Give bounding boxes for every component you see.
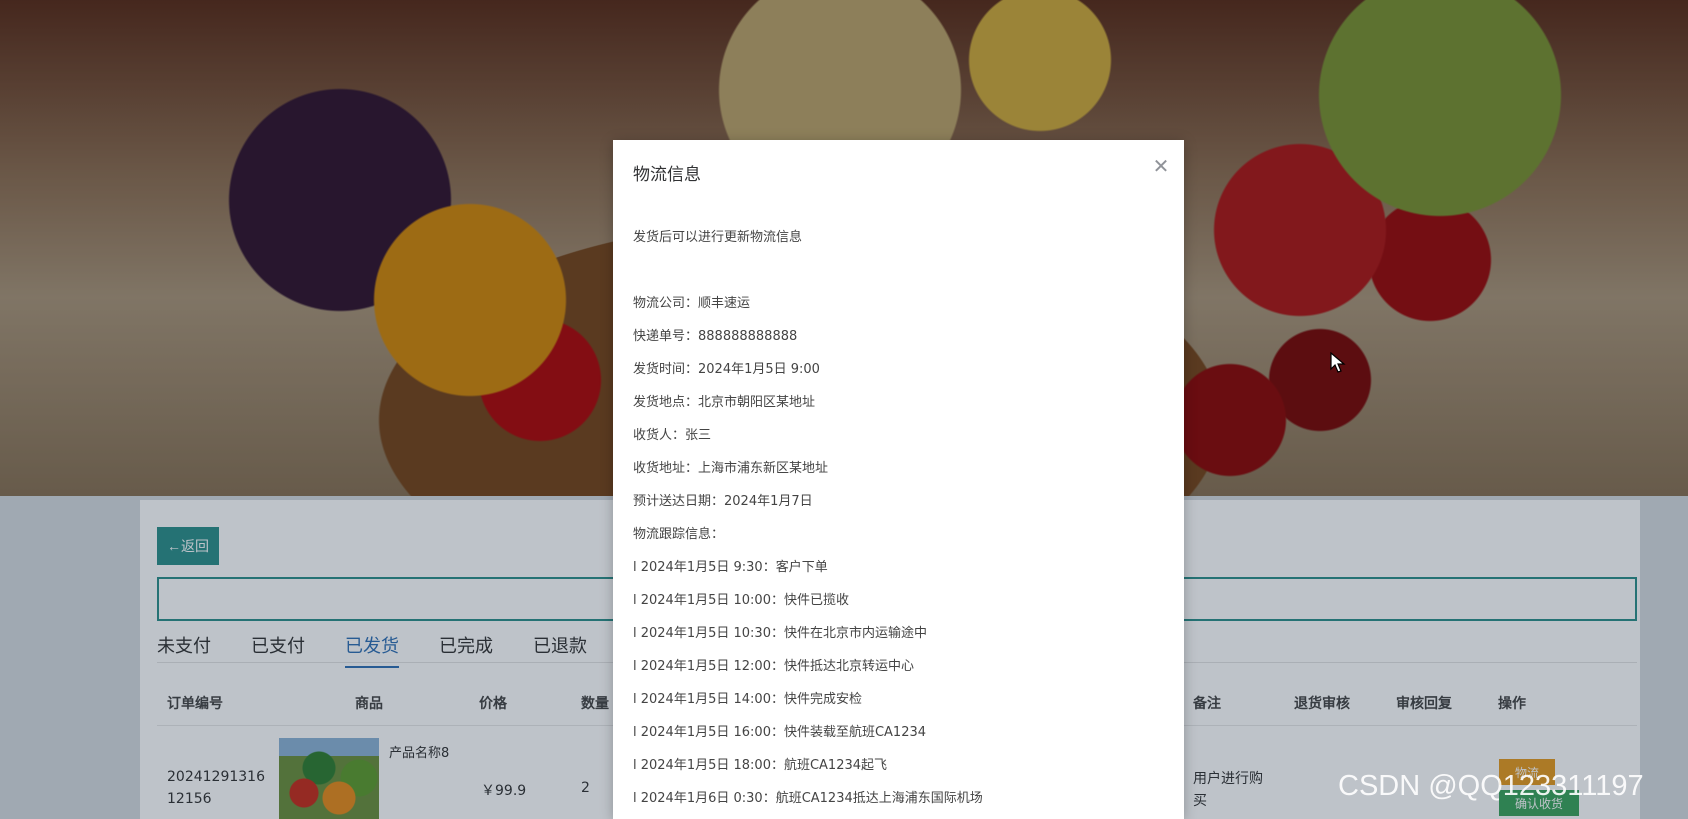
tracking-entry: l 2024年1月5日 10:00：快件已揽收 — [633, 593, 849, 608]
tracking-entry: l 2024年1月5日 16:00：快件装载至航班CA1234 — [633, 725, 927, 740]
receiver-name: 收货人：张三 — [633, 428, 712, 443]
receiver-address: 收货地址：上海市浦东新区某地址 — [633, 461, 829, 476]
dialog-title: 物流信息 — [633, 165, 701, 185]
close-icon[interactable]: ✕ — [1149, 154, 1173, 178]
mouse-cursor-icon — [1330, 352, 1346, 373]
intro-text: 发货后可以进行更新物流信息 — [633, 230, 803, 245]
dialog-body: 发货后可以进行更新物流信息 物流公司：顺丰速运 快递单号：88888888888… — [633, 228, 1163, 819]
tracking-entry: l 2024年1月5日 10:30：快件在北京市内运输途中 — [633, 626, 927, 641]
tracking-entry: l 2024年1月5日 18:00：航班CA1234起飞 — [633, 758, 888, 773]
tracking-entry: l 2024年1月5日 14:00：快件完成安检 — [633, 692, 862, 707]
watermark-text: CSDN @QQ123311197 — [1338, 770, 1644, 802]
tracking-header: 物流跟踪信息： — [633, 527, 725, 542]
ship-place: 发货地点：北京市朝阳区某地址 — [633, 395, 816, 410]
estimated-delivery: 预计送达日期：2024年1月7日 — [633, 494, 813, 509]
tracking-number: 快递单号：888888888888 — [633, 329, 798, 344]
tracking-entry: l 2024年1月6日 0:30：航班CA1234抵达上海浦东国际机场 — [633, 791, 983, 806]
logistics-dialog: 物流信息 ✕ 发货后可以进行更新物流信息 物流公司：顺丰速运 快递单号：8888… — [613, 140, 1184, 819]
logistics-company: 物流公司：顺丰速运 — [633, 296, 751, 311]
tracking-entry: l 2024年1月5日 9:30：客户下单 — [633, 560, 828, 575]
tracking-entry: l 2024年1月5日 12:00：快件抵达北京转运中心 — [633, 659, 914, 674]
ship-time: 发货时间：2024年1月5日 9:00 — [633, 362, 820, 377]
